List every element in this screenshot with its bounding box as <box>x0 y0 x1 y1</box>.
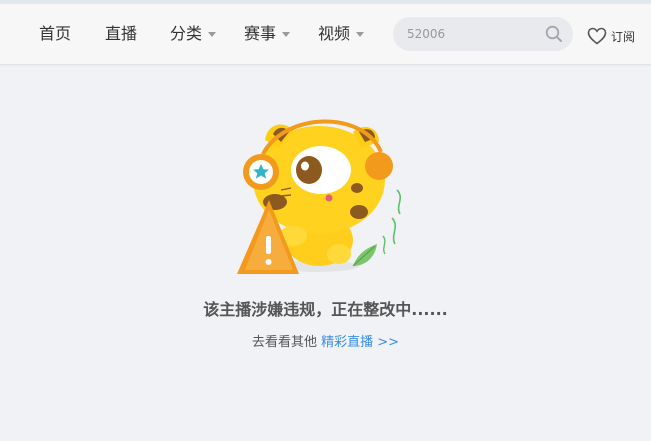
violation-notice-message: 该主播涉嫌违规，正在整改中...... <box>203 300 448 319</box>
search-input[interactable] <box>407 17 537 51</box>
top-nav-bar: 首页 直播 分类 赛事 视频 订阅 <box>0 0 651 65</box>
nav-home[interactable]: 首页 <box>39 20 71 48</box>
nav-video-label: 视频 <box>318 24 351 43</box>
featured-live-link[interactable]: 精彩直播 >> <box>321 335 399 350</box>
search-icon[interactable] <box>545 25 563 43</box>
nav-video[interactable]: 视频 <box>318 20 365 48</box>
subscribe-label: 订阅 <box>611 29 636 44</box>
mascot-illustration <box>237 119 401 274</box>
search-box <box>393 17 573 51</box>
nav-live[interactable]: 直播 <box>105 20 137 48</box>
heart-outline-icon <box>587 27 607 45</box>
nav-events[interactable]: 赛事 <box>244 20 291 48</box>
caret-down-icon <box>208 31 217 37</box>
nav-events-label: 赛事 <box>244 24 277 43</box>
nav-live-label: 直播 <box>105 24 138 43</box>
caret-down-icon <box>282 31 291 37</box>
nav-category-label: 分类 <box>170 24 203 43</box>
subscribe-button[interactable]: 订阅 <box>587 26 635 46</box>
suggestion-prompt: 去看看其他 <box>251 335 317 350</box>
nav-home-label: 首页 <box>39 24 72 43</box>
suggestion-line: 去看看其他 精彩直播 >> <box>0 331 651 350</box>
nav-category[interactable]: 分类 <box>170 20 217 48</box>
caret-down-icon <box>356 31 365 37</box>
